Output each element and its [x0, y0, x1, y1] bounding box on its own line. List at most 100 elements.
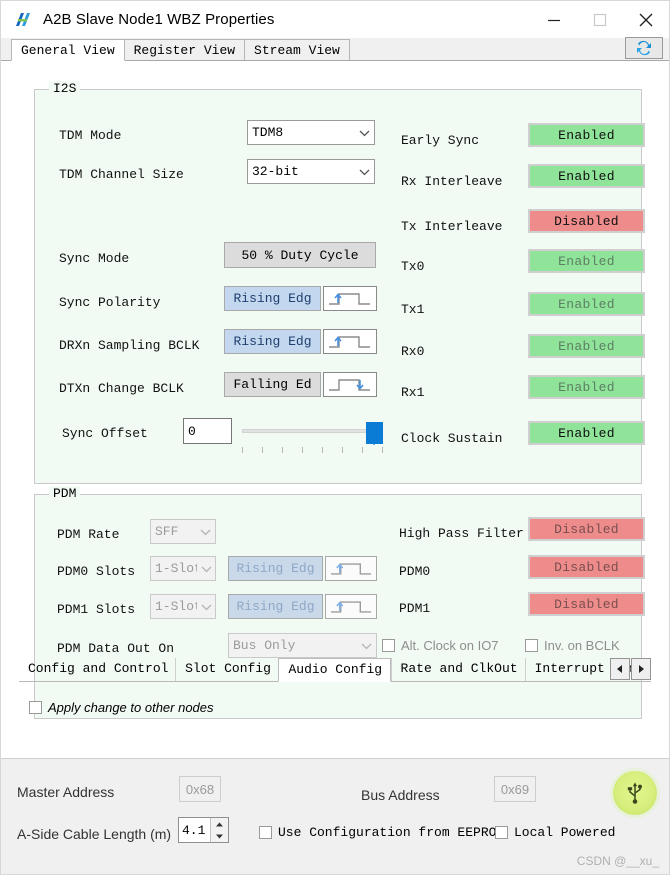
- master-address-label: Master Address: [17, 784, 115, 800]
- tab-register-view[interactable]: Register View: [123, 39, 246, 60]
- local-powered-checkbox[interactable]: Local Powered: [495, 825, 615, 840]
- watermark: CSDN @__xu_: [576, 854, 659, 868]
- stepper-down-icon[interactable]: [211, 830, 228, 842]
- bus-address-value: 0x69: [494, 776, 536, 802]
- tdm-mode-combo[interactable]: TDM8: [247, 120, 375, 145]
- i2s-group-legend: I2S: [49, 81, 81, 96]
- clock-sustain-label: Clock Sustain: [401, 431, 503, 446]
- cable-length-value: 4.1: [182, 822, 206, 838]
- tab-general-view[interactable]: General View: [11, 39, 125, 61]
- chevron-down-icon: [197, 565, 215, 573]
- sync-polarity-label: Sync Polarity: [59, 295, 161, 310]
- high-pass-filter-status-badge[interactable]: Disabled: [528, 517, 645, 541]
- close-button[interactable]: [623, 1, 669, 38]
- chevron-left-icon[interactable]: [610, 658, 630, 680]
- maximize-button[interactable]: [577, 1, 623, 38]
- sync-polarity-rising-edge-icon[interactable]: [323, 286, 377, 311]
- minimize-button[interactable]: [531, 1, 577, 38]
- refresh-icon[interactable]: [625, 37, 663, 59]
- rx1-status-badge[interactable]: Enabled: [528, 375, 645, 399]
- properties-window: A2B Slave Node1 WBZ Properties General V…: [0, 0, 670, 875]
- master-address-value: 0x68: [179, 776, 221, 802]
- chevron-down-icon: [195, 528, 215, 536]
- chevron-right-icon[interactable]: [631, 658, 651, 680]
- cable-length-label: A-Side Cable Length (m): [17, 826, 172, 842]
- pdm0-slots-value: 1-Slot: [155, 561, 197, 576]
- general-view-page: I2S TDM Mode TDM8 TDM Channel Size 32-bi…: [1, 61, 669, 759]
- chevron-down-icon: [197, 603, 215, 611]
- sync-mode-label: Sync Mode: [59, 251, 130, 266]
- pdm1-status-badge[interactable]: Disabled: [528, 592, 645, 616]
- slider-thumb[interactable]: [366, 422, 383, 445]
- clock-sustain-status-badge[interactable]: Enabled: [528, 421, 645, 445]
- pdm0-edge-button[interactable]: Rising Edg: [228, 556, 323, 581]
- local-powered-label: Local Powered: [514, 825, 616, 840]
- pdm1-slots-combo[interactable]: 1-Slot: [150, 594, 216, 619]
- sync-mode-button[interactable]: 50 % Duty Cycle: [224, 242, 376, 268]
- config-tabs-area: Config and Control Slot Config Audio Con…: [19, 658, 651, 758]
- pdm-data-out-on-value: Bus Only: [233, 638, 296, 653]
- apply-change-checkbox[interactable]: Apply change to other nodes: [29, 700, 214, 715]
- slider-track: [242, 429, 383, 433]
- tdm-mode-value: TDM8: [252, 125, 284, 140]
- pdm0-slots-combo[interactable]: 1-Slot: [150, 556, 216, 581]
- drxn-sampling-bclk-button[interactable]: Rising Edg: [224, 329, 321, 354]
- bus-address-label: Bus Address: [361, 787, 440, 803]
- tab-audio-config[interactable]: Audio Config: [278, 658, 391, 682]
- sync-offset-value: 0: [188, 423, 196, 439]
- alt-clock-io7-label: Alt. Clock on IO7: [401, 638, 499, 653]
- tx1-status-badge[interactable]: Enabled: [528, 292, 645, 316]
- title-bar: A2B Slave Node1 WBZ Properties: [1, 1, 669, 38]
- inv-on-bclk-checkbox[interactable]: Inv. on BCLK: [525, 638, 620, 653]
- pdm-rate-label: PDM Rate: [57, 527, 120, 542]
- tx0-status-badge[interactable]: Enabled: [528, 249, 645, 273]
- rx0-status-badge[interactable]: Enabled: [528, 334, 645, 358]
- stepper-up-icon[interactable]: [211, 818, 228, 830]
- usb-icon[interactable]: [613, 771, 657, 815]
- early-sync-status-badge[interactable]: Enabled: [528, 123, 645, 147]
- pdm1-label: PDM1: [399, 601, 431, 616]
- chevron-down-icon: [354, 129, 374, 137]
- pdm0-rising-edge-icon[interactable]: [325, 556, 377, 581]
- pdm1-edge-button[interactable]: Rising Edg: [228, 594, 323, 619]
- tab-config-and-control[interactable]: Config and Control: [19, 658, 175, 681]
- sync-offset-label: Sync Offset: [62, 426, 148, 441]
- view-tabs: General View Register View Stream View: [1, 37, 669, 61]
- sync-offset-slider[interactable]: [242, 420, 383, 454]
- tdm-channel-size-combo[interactable]: 32-bit: [247, 159, 375, 184]
- sync-polarity-button[interactable]: Rising Edg: [224, 286, 321, 311]
- pdm-group-legend: PDM: [49, 486, 81, 501]
- pdm0-status-badge[interactable]: Disabled: [528, 555, 645, 579]
- rx1-label: Rx1: [401, 385, 425, 400]
- checkbox-box[interactable]: [525, 639, 538, 652]
- tx-interleave-status-badge[interactable]: Disabled: [528, 209, 645, 233]
- rx-interleave-status-badge[interactable]: Enabled: [528, 164, 645, 188]
- dtxn-falling-edge-icon[interactable]: [323, 372, 377, 397]
- tx0-label: Tx0: [401, 259, 425, 274]
- pdm-rate-value: SFF: [155, 524, 179, 539]
- use-config-eeprom-checkbox[interactable]: Use Configuration from EEPROM: [259, 825, 504, 840]
- alt-clock-io7-checkbox[interactable]: Alt. Clock on IO7: [382, 638, 499, 653]
- tdm-mode-label: TDM Mode: [59, 128, 122, 143]
- tab-stream-view[interactable]: Stream View: [244, 39, 350, 60]
- drxn-rising-edge-icon[interactable]: [323, 329, 377, 354]
- checkbox-box[interactable]: [29, 701, 42, 714]
- checkbox-box[interactable]: [495, 826, 508, 839]
- i2s-group: I2S TDM Mode TDM8 TDM Channel Size 32-bi…: [34, 81, 645, 484]
- sync-offset-input[interactable]: 0: [183, 418, 232, 444]
- tab-rate-and-clkout[interactable]: Rate and ClkOut: [390, 658, 525, 681]
- pdm-rate-combo[interactable]: SFF: [150, 519, 216, 544]
- pdm-data-out-on-combo[interactable]: Bus Only: [228, 633, 377, 658]
- tx-interleave-label: Tx Interleave: [401, 219, 503, 234]
- dtxn-change-bclk-button[interactable]: Falling Ed: [224, 372, 321, 397]
- pdm1-rising-edge-icon[interactable]: [325, 594, 377, 619]
- pdm-data-out-on-label: PDM Data Out On: [57, 641, 175, 656]
- rx0-label: Rx0: [401, 344, 425, 359]
- dtxn-change-bclk-label: DTXn Change BCLK: [59, 381, 184, 396]
- tab-slot-config[interactable]: Slot Config: [175, 658, 278, 681]
- checkbox-box[interactable]: [382, 639, 395, 652]
- stepper-arrows[interactable]: [210, 818, 228, 842]
- config-tabs: Config and Control Slot Config Audio Con…: [19, 658, 651, 682]
- checkbox-box[interactable]: [259, 826, 272, 839]
- cable-length-stepper[interactable]: 4.1: [178, 817, 229, 843]
